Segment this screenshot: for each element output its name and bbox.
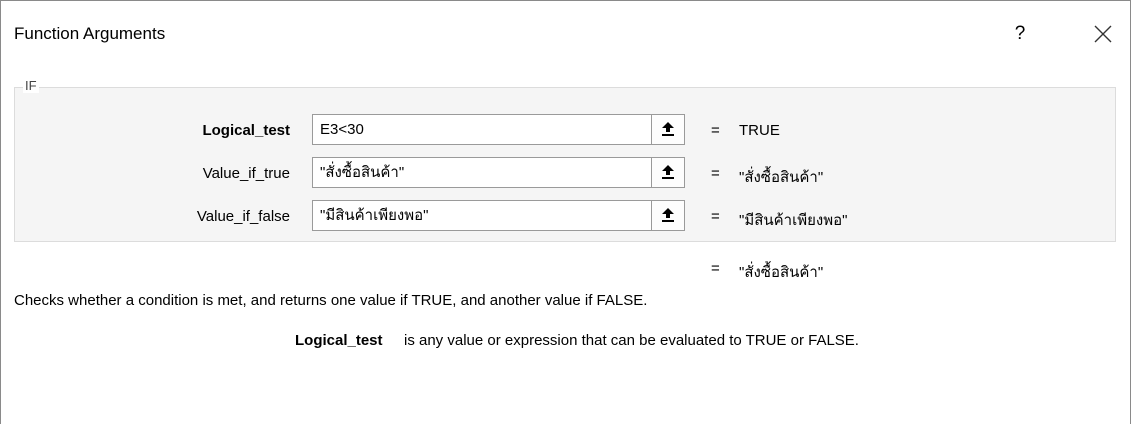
function-arguments-dialog: Function Arguments ? IF Logical_test E3<… (0, 0, 1131, 424)
value-if-true-input[interactable]: "สั่งซื้อสินค้า" (312, 157, 652, 188)
dialog-title: Function Arguments (14, 24, 166, 43)
arg-label-logical-test: Logical_test (202, 122, 290, 139)
logical-test-collapse-button[interactable] (651, 114, 685, 145)
equals-sign: = (711, 122, 720, 139)
collapse-dialog-icon (662, 208, 674, 222)
title-bar: Function Arguments ? (1, 1, 1130, 65)
logical-test-result: TRUE (739, 122, 780, 139)
formula-result-equals: = (711, 260, 720, 277)
argument-help-name: Logical_test (295, 332, 383, 349)
equals-sign: = (711, 165, 720, 182)
value-if-true-collapse-button[interactable] (651, 157, 685, 188)
value-if-false-input[interactable]: "มีสินค้าเพียงพอ" (312, 200, 652, 231)
argument-help-text: is any value or expression that can be e… (404, 332, 859, 349)
value-if-false-result: "มีสินค้าเพียงพอ" (739, 212, 848, 229)
help-button[interactable]: ? (1005, 20, 1035, 50)
close-icon (1094, 25, 1112, 43)
logical-test-input[interactable]: E3<30 (312, 114, 652, 145)
formula-result: "สั่งซื้อสินค้า" (739, 264, 824, 281)
value-if-true-result: "สั่งซื้อสินค้า" (739, 169, 824, 186)
close-button[interactable] (1086, 19, 1120, 51)
arg-label-value-if-true: Value_if_true (202, 165, 290, 182)
arg-label-value-if-false: Value_if_false (196, 208, 290, 225)
function-name-label: IF (23, 78, 39, 93)
collapse-dialog-icon (662, 122, 674, 136)
collapse-dialog-icon (662, 165, 674, 179)
equals-sign: = (711, 208, 720, 225)
function-description: Checks whether a condition is met, and r… (14, 292, 648, 309)
value-if-false-collapse-button[interactable] (651, 200, 685, 231)
